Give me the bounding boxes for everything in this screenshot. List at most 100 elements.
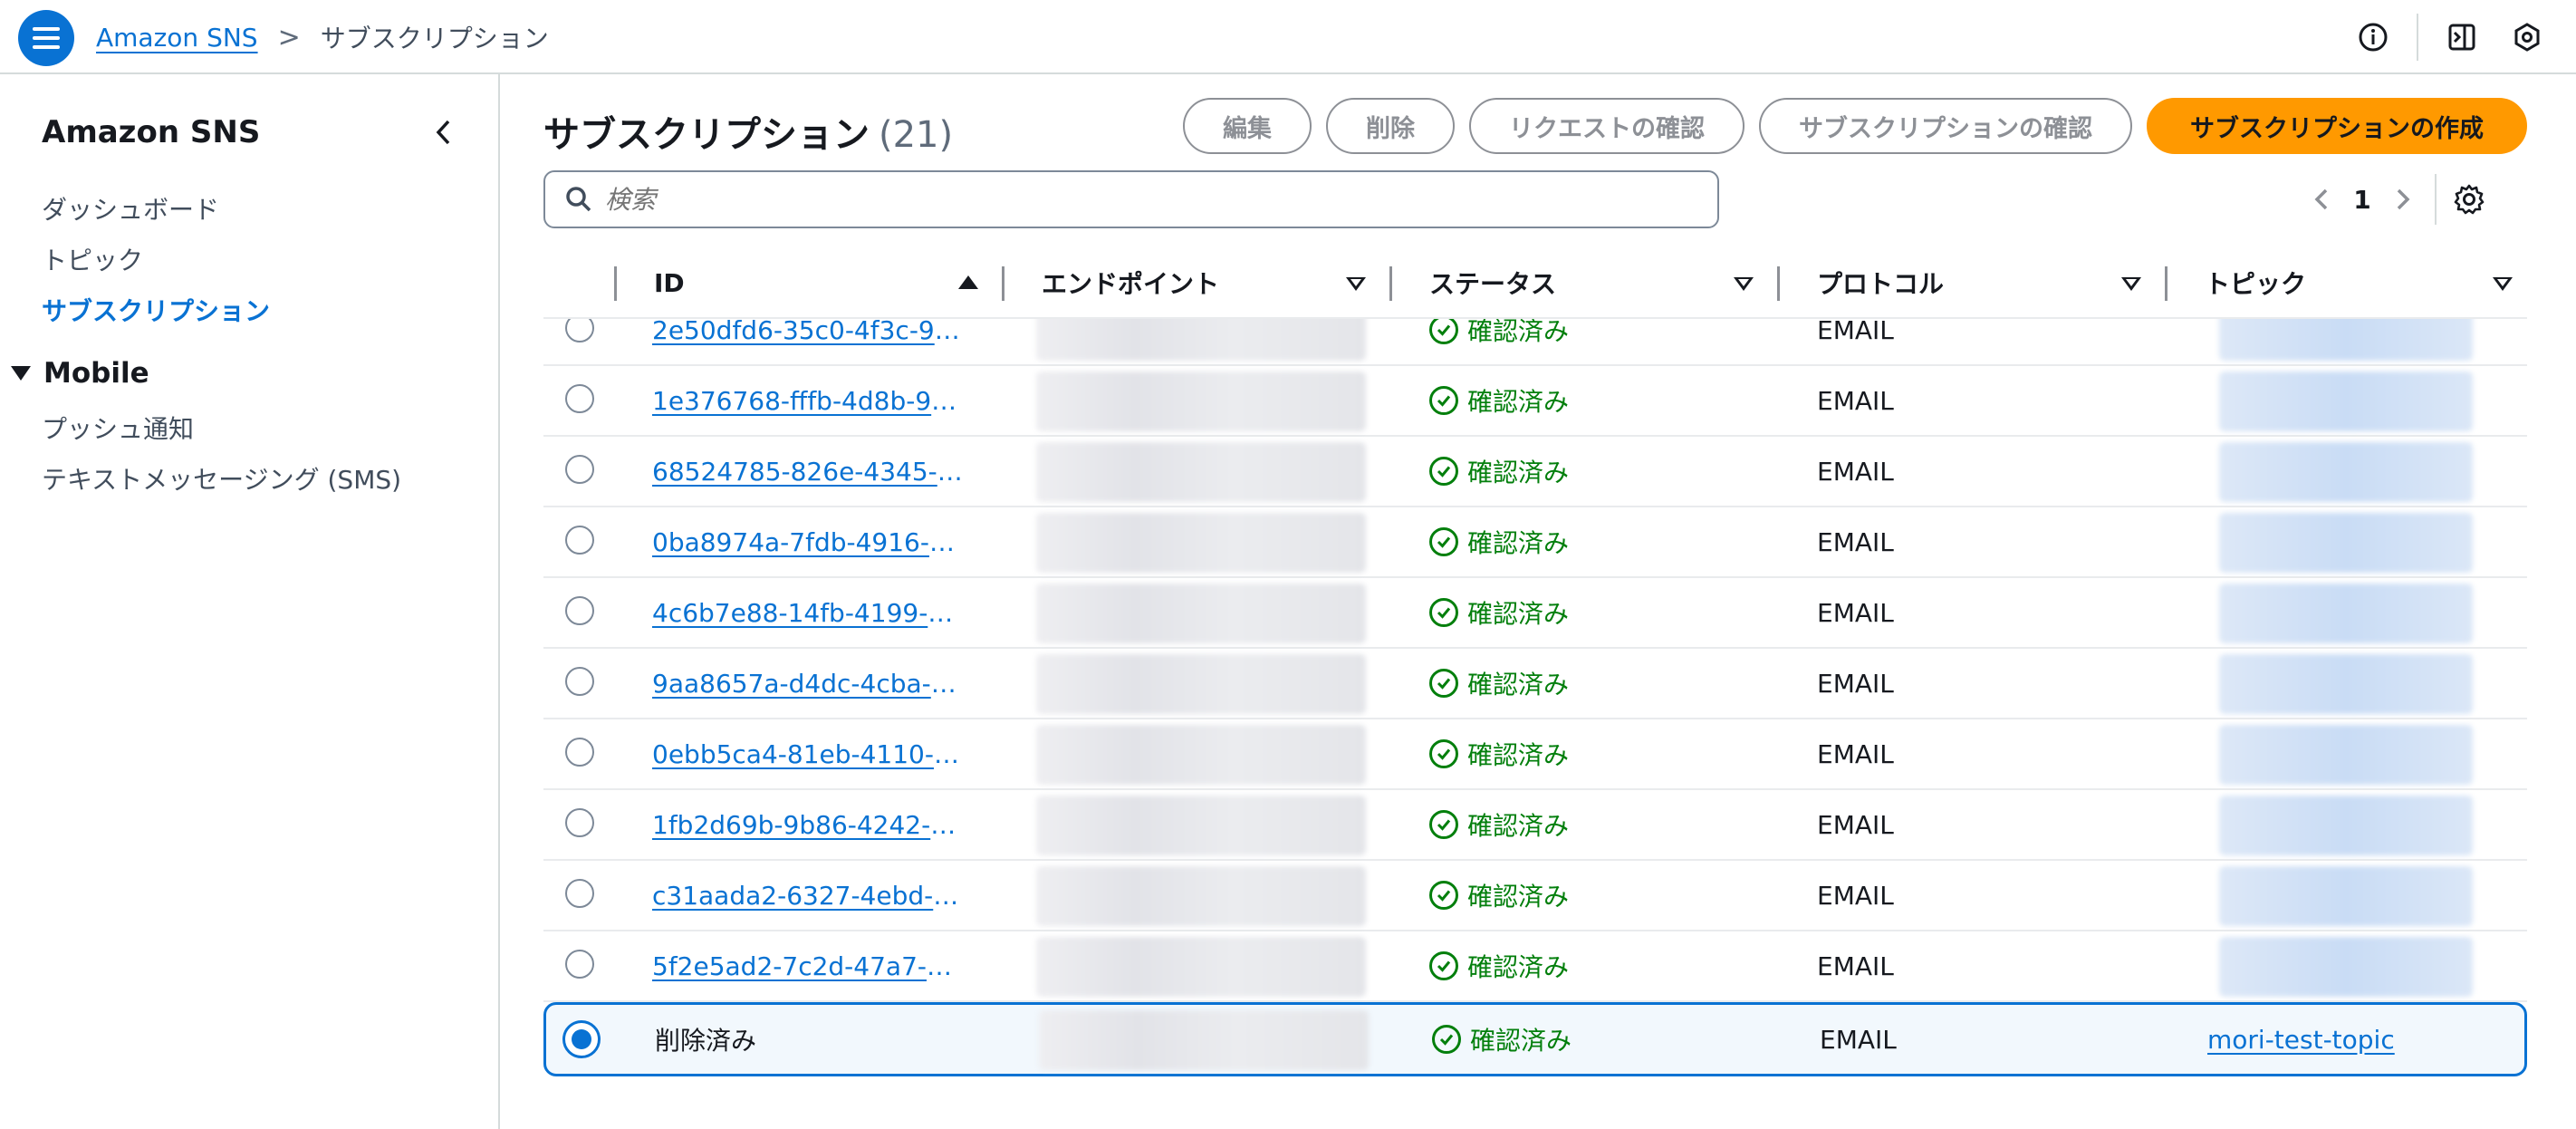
settings-hexagon-icon[interactable] [2502,12,2552,63]
topic-redacted [2219,372,2473,431]
sidebar-title[interactable]: Amazon SNS [42,114,260,150]
sort-icon[interactable] [2121,277,2141,291]
table-row[interactable]: 2e50dfd6-35c0-4f3c-99... 確認済み EMAIL [543,319,2527,366]
table-row[interactable]: 1fb2d69b-9b86-4242-b... 確認済み EMAIL [543,790,2527,861]
gear-icon[interactable] [2453,183,2485,216]
endpoint-redacted [1036,442,1366,502]
search-icon [566,187,591,212]
subscription-id-link[interactable]: 1fb2d69b-9b86-4242-b... [652,810,966,840]
row-select-radio[interactable] [565,667,594,696]
column-header-status[interactable]: ステータス [1429,246,1556,319]
page-title-text: サブスクリプション [543,114,870,156]
row-select-radio[interactable] [565,738,594,767]
table-row[interactable]: 9aa8657a-d4dc-4cba-a0... 確認済み EMAIL [543,649,2527,719]
top-navigation: Amazon SNS > サブスクリプション [0,0,2576,74]
table-row[interactable]: 0ebb5ca4-81eb-4110-94... 確認済み EMAIL [543,719,2527,790]
status-text: 確認済み [1467,740,1570,770]
column-resizer[interactable] [1777,266,1780,301]
confirm-subscription-button[interactable]: サブスクリプションの確認 [1759,98,2132,154]
status-text: 確認済み [1467,458,1570,487]
protocol-text: EMAIL [1817,385,1894,416]
edit-button[interactable]: 編集 [1183,98,1312,154]
sort-icon[interactable] [1346,277,1366,291]
table-row[interactable]: 削除済み 確認済み EMAIL mori-test-topic [543,1002,2527,1076]
subscription-id-link[interactable]: 2e50dfd6-35c0-4f3c-99... [652,319,966,345]
page-number[interactable]: 1 [2335,185,2389,215]
status-text: 確認済み [1467,811,1570,841]
table-row[interactable]: 5f2e5ad2-7c2d-47a7-bc... 確認済み EMAIL [543,931,2527,1002]
row-select-radio[interactable] [565,808,594,837]
table-row[interactable]: 0ba8974a-7fdb-4916-b6... 確認済み EMAIL [543,507,2527,578]
sidebar-item-subscriptions[interactable]: サブスクリプション [42,292,270,328]
delete-button[interactable]: 削除 [1326,98,1455,154]
protocol-cell: EMAIL [1817,578,1894,647]
check-circle-icon [1429,669,1458,698]
endpoint-redacted [1036,319,1366,361]
id-cell: 68524785-826e-4345-9... [652,437,966,506]
subscription-id-link[interactable]: 4c6b7e88-14fb-4199-ba... [652,598,966,628]
search-input[interactable] [605,184,1601,215]
column-resizer[interactable] [1002,266,1004,301]
row-select-radio[interactable] [565,879,594,908]
breadcrumb-root-link[interactable]: Amazon SNS [96,23,258,53]
split-panel-icon[interactable] [2437,12,2487,63]
subscription-id-link[interactable]: 1e376768-fffb-4d8b-9c... [652,386,966,416]
table-header: ID エンドポイント ステータス プロトコル トピック [543,246,2527,319]
topic-redacted [2219,442,2473,502]
column-resizer[interactable] [1389,266,1392,301]
column-resizer[interactable] [2165,266,2167,301]
status-cell: 確認済み [1429,649,1569,718]
search-field[interactable] [543,170,1719,228]
column-resizer[interactable] [614,266,617,301]
info-icon[interactable] [2348,12,2398,63]
topic-link[interactable]: mori-test-topic [2207,1025,2395,1055]
topic-redacted [2219,584,2473,643]
protocol-text: EMAIL [1817,456,1894,487]
row-select-radio[interactable] [565,455,594,484]
column-header-topic[interactable]: トピック [2205,246,2306,319]
column-header-id[interactable]: ID [654,246,685,319]
sort-icon[interactable] [1734,277,1754,291]
sort-ascending-icon[interactable] [958,275,978,289]
subscription-id-link[interactable]: 0ba8974a-7fdb-4916-b6... [652,527,966,557]
id-cell: 削除済み [655,1005,756,1074]
table-row[interactable]: 1e376768-fffb-4d8b-9c... 確認済み EMAIL [543,366,2527,437]
table-row[interactable]: c31aada2-6327-4ebd-ae... 確認済み EMAIL [543,861,2527,931]
id-cell: 1fb2d69b-9b86-4242-b... [652,790,966,859]
protocol-text: EMAIL [1820,1024,1897,1055]
chevron-left-icon[interactable] [2310,186,2335,213]
row-select-radio[interactable] [565,950,594,979]
chevron-right-icon[interactable] [2389,186,2415,213]
topic-redacted [2219,319,2473,361]
create-subscription-button[interactable]: サブスクリプションの作成 [2147,98,2527,154]
row-select-radio[interactable] [565,384,594,413]
table-row[interactable]: 68524785-826e-4345-9... 確認済み EMAIL [543,437,2527,507]
subscription-id-link[interactable]: 5f2e5ad2-7c2d-47a7-bc... [652,951,966,981]
status-cell: 確認済み [1429,931,1569,1000]
sidebar-item-sms[interactable]: テキストメッセージング (SMS) [42,460,401,497]
sidebar-item-dashboard[interactable]: ダッシュボード [42,190,219,227]
protocol-cell: EMAIL [1817,931,1894,1000]
table-row[interactable]: 4c6b7e88-14fb-4199-ba... 確認済み EMAIL [543,578,2527,649]
sidebar-item-topics[interactable]: トピック [42,241,143,277]
collapse-sidebar-button[interactable] [426,114,462,150]
row-select-radio[interactable] [562,1020,601,1058]
sort-icon[interactable] [2493,277,2513,291]
request-confirmation-button[interactable]: リクエストの確認 [1469,98,1745,154]
subscription-id-link[interactable]: 68524785-826e-4345-9... [652,457,966,487]
column-header-endpoint[interactable]: エンドポイント [1042,246,1219,319]
row-select-radio[interactable] [565,526,594,555]
chevron-left-icon [436,120,450,145]
subscription-id-link[interactable]: c31aada2-6327-4ebd-ae... [652,881,966,911]
column-header-protocol[interactable]: プロトコル [1817,246,1944,319]
subscription-id-link[interactable]: 9aa8657a-d4dc-4cba-a0... [652,669,966,699]
sidebar-section-mobile[interactable]: Mobile [9,357,149,390]
row-select-radio[interactable] [565,319,594,343]
sidebar-item-push[interactable]: プッシュ通知 [42,410,194,446]
subscription-id-link[interactable]: 0ebb5ca4-81eb-4110-94... [652,739,966,769]
protocol-text: EMAIL [1817,880,1894,911]
row-select-radio[interactable] [565,596,594,625]
menu-button[interactable] [18,10,74,66]
divider [2435,174,2437,225]
endpoint-redacted [1036,372,1366,431]
